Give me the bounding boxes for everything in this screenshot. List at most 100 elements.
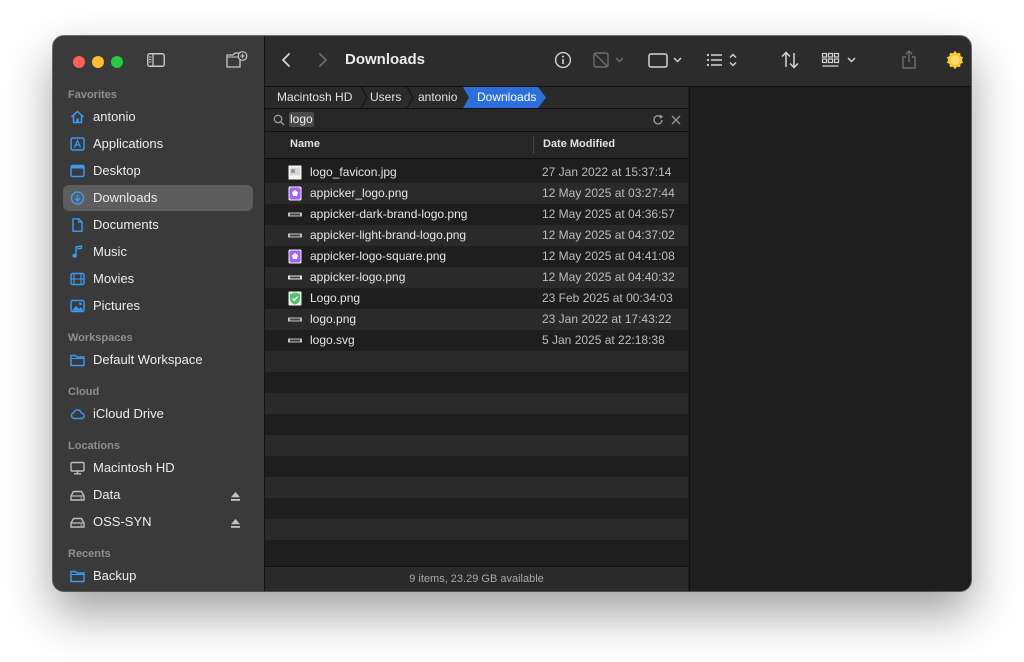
sidebar-section-favorites[interactable]: Favorites bbox=[68, 89, 117, 101]
list-view-icon[interactable] bbox=[705, 49, 741, 71]
window-title: Downloads bbox=[345, 51, 426, 68]
computer-icon bbox=[70, 461, 85, 475]
group-icon[interactable] bbox=[821, 49, 861, 71]
file-row[interactable]: appicker-dark-brand-logo.png 12 May 2025 … bbox=[265, 204, 688, 225]
sidebar-item-movies[interactable]: Movies bbox=[63, 266, 253, 292]
clear-search-icon[interactable] bbox=[670, 114, 682, 126]
file-date-modified: 12 May 2025 at 03:27:44 bbox=[542, 186, 675, 200]
music-icon bbox=[70, 245, 85, 259]
file-row[interactable]: appicker-logo.png 12 May 2025 at 04:40:32 bbox=[265, 267, 688, 288]
breadcrumb-item[interactable]: Macintosh HD bbox=[277, 87, 352, 108]
empty-row bbox=[265, 456, 688, 477]
tag-icon[interactable] bbox=[591, 49, 627, 71]
sidebar-item-label: Macintosh HD bbox=[93, 460, 175, 475]
sidebar-section-locations[interactable]: Locations bbox=[68, 440, 120, 452]
sidebar-item-macintosh-hd[interactable]: Macintosh HD bbox=[63, 455, 253, 481]
breadcrumb: Macintosh HD Users antonio Downloads bbox=[265, 87, 688, 109]
png-banner-icon bbox=[288, 228, 302, 243]
sidebar-item-backup[interactable]: Backup bbox=[63, 563, 253, 589]
breadcrumb-item[interactable]: Users bbox=[370, 87, 401, 108]
preview-pane bbox=[689, 87, 971, 591]
search-field[interactable]: logo bbox=[265, 109, 688, 132]
file-date-modified: 12 May 2025 at 04:40:32 bbox=[542, 270, 675, 284]
breadcrumb-item[interactable]: antonio bbox=[418, 87, 457, 108]
refresh-icon[interactable] bbox=[652, 114, 664, 126]
file-name: appicker-logo.png bbox=[310, 270, 406, 284]
movies-icon bbox=[70, 272, 85, 286]
new-folder-icon[interactable] bbox=[226, 51, 248, 69]
file-name: logo.png bbox=[310, 312, 357, 326]
sidebar-item-label: Data bbox=[93, 487, 121, 502]
file-row[interactable]: logo_favicon.jpg 27 Jan 2022 at 15:37:14 bbox=[265, 162, 688, 183]
breadcrumb-item-current[interactable]: Downloads bbox=[477, 87, 536, 108]
column-header-date-modified[interactable]: Date Modified bbox=[543, 138, 615, 150]
file-row[interactable]: Logo.png 23 Feb 2025 at 00:34:03 bbox=[265, 288, 688, 309]
file-date-modified: 12 May 2025 at 04:37:02 bbox=[542, 228, 675, 242]
drive-icon bbox=[70, 488, 85, 502]
file-row[interactable]: appicker-light-brand-logo.png 12 May 2025… bbox=[265, 225, 688, 246]
share-icon[interactable] bbox=[899, 49, 919, 71]
status-bar: 9 items, 23.29 GB available bbox=[265, 566, 688, 591]
file-date-modified: 5 Jan 2025 at 22:18:38 bbox=[542, 333, 665, 347]
file-date-modified: 12 May 2025 at 04:41:08 bbox=[542, 249, 675, 263]
zoom-window-button[interactable] bbox=[111, 56, 123, 68]
forward-icon[interactable] bbox=[315, 49, 329, 71]
file-date-modified: 23 Jan 2022 at 17:43:22 bbox=[542, 312, 672, 326]
sort-icon[interactable] bbox=[779, 49, 801, 71]
sidebar-toggle-icon[interactable] bbox=[147, 53, 165, 67]
file-name: appicker-dark-brand-logo.png bbox=[310, 207, 468, 221]
sidebar: Favorites antonio Applications Desktop Downl… bbox=[53, 36, 265, 591]
sidebar-item-icloud-drive[interactable]: iCloud Drive bbox=[63, 401, 253, 427]
home-icon bbox=[70, 110, 85, 124]
file-row[interactable]: logo.svg 5 Jan 2025 at 22:18:38 bbox=[265, 330, 688, 351]
png-purple-logo-icon bbox=[288, 249, 302, 264]
sidebar-section-cloud[interactable]: Cloud bbox=[68, 386, 99, 398]
window-icon[interactable] bbox=[647, 49, 685, 71]
png-purple-logo-icon bbox=[288, 186, 302, 201]
close-window-button[interactable] bbox=[73, 56, 85, 68]
column-header: Name Date Modified bbox=[265, 132, 688, 159]
file-date-modified: 12 May 2025 at 04:36:57 bbox=[542, 207, 675, 221]
cloud-icon bbox=[70, 407, 85, 421]
sidebar-item-default-workspace[interactable]: Default Workspace bbox=[63, 347, 253, 373]
eject-icon[interactable] bbox=[230, 489, 241, 501]
file-row[interactable]: appicker-logo-square.png 12 May 2025 at 0… bbox=[265, 246, 688, 267]
file-row[interactable]: appicker_logo.png 12 May 2025 at 03:27:44 bbox=[265, 183, 688, 204]
column-header-name[interactable]: Name bbox=[290, 138, 320, 150]
sidebar-item-documents[interactable]: Documents bbox=[63, 212, 253, 238]
applications-icon bbox=[70, 137, 85, 151]
column-divider[interactable] bbox=[533, 136, 534, 154]
sidebar-item-music[interactable]: Music bbox=[63, 239, 253, 265]
finder-window: Favorites antonio Applications Desktop Downl… bbox=[53, 36, 971, 591]
sidebar-item-data[interactable]: Data bbox=[63, 482, 253, 508]
sidebar-section-workspaces[interactable]: Workspaces bbox=[68, 332, 133, 344]
sidebar-item-label: iCloud Drive bbox=[93, 406, 164, 421]
file-row[interactable]: logo.png 23 Jan 2022 at 17:43:22 bbox=[265, 309, 688, 330]
back-icon[interactable] bbox=[280, 49, 294, 71]
breadcrumb-separator-icon bbox=[360, 87, 368, 108]
info-icon[interactable] bbox=[553, 49, 573, 71]
minimize-window-button[interactable] bbox=[92, 56, 104, 68]
sidebar-item-downloads[interactable]: Downloads bbox=[63, 185, 253, 211]
toolbar: Downloads bbox=[265, 36, 971, 87]
empty-row bbox=[265, 372, 688, 393]
avatar-icon[interactable] bbox=[944, 49, 966, 71]
sidebar-item-oss-syn[interactable]: OSS-SYN bbox=[63, 509, 253, 535]
sidebar-section-recents[interactable]: Recents bbox=[68, 548, 111, 560]
sidebar-item-antonio[interactable]: antonio bbox=[63, 104, 253, 130]
file-name: appicker-light-brand-logo.png bbox=[310, 228, 467, 242]
sidebar-item-label: Movies bbox=[93, 271, 135, 286]
sidebar-item-pictures[interactable]: Pictures bbox=[63, 293, 253, 319]
eject-icon[interactable] bbox=[230, 516, 241, 528]
folder-icon bbox=[70, 569, 85, 583]
drive-icon bbox=[70, 515, 85, 529]
sidebar-item-desktop[interactable]: Desktop bbox=[63, 158, 253, 184]
empty-row bbox=[265, 540, 688, 561]
file-date-modified: 23 Feb 2025 at 00:34:03 bbox=[542, 291, 673, 305]
breadcrumb-separator-icon bbox=[406, 87, 414, 108]
sidebar-item-label: Backup bbox=[93, 568, 137, 583]
search-input[interactable]: logo bbox=[289, 112, 314, 127]
empty-row bbox=[265, 498, 688, 519]
png-banner-icon bbox=[288, 270, 302, 285]
sidebar-item-applications[interactable]: Applications bbox=[63, 131, 253, 157]
